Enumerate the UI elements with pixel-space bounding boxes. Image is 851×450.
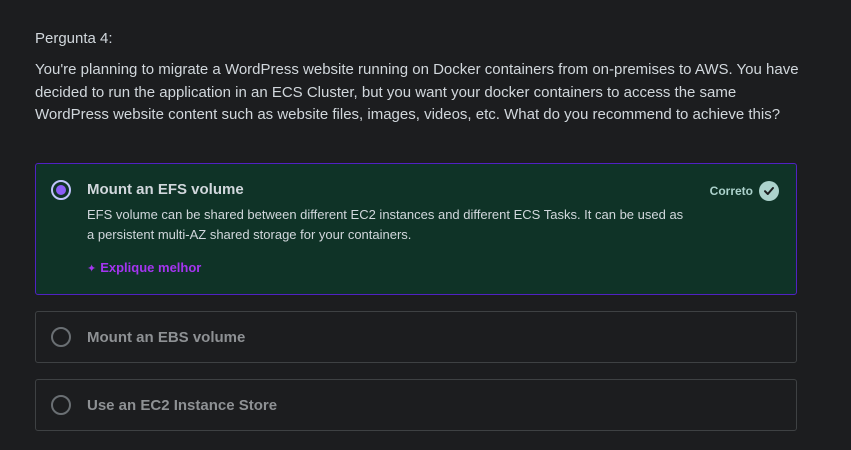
answer-option-ebs[interactable]: Mount an EBS volume bbox=[35, 311, 797, 363]
radio-unselected-icon[interactable] bbox=[51, 327, 71, 347]
question-number: Pergunta 4: bbox=[35, 30, 113, 47]
explain-more-label: Explique melhor bbox=[100, 260, 202, 275]
answer-option-label: Mount an EFS volume bbox=[87, 181, 244, 198]
quiz-page: Pergunta 4: You're planning to migrate a… bbox=[0, 0, 851, 450]
radio-selected-icon[interactable] bbox=[51, 180, 71, 200]
answer-option-label: Use an EC2 Instance Store bbox=[87, 397, 278, 414]
answer-option-instance-store[interactable]: Use an EC2 Instance Store bbox=[35, 379, 797, 431]
answer-option-label: Mount an EBS volume bbox=[87, 329, 246, 346]
check-circle-icon bbox=[759, 181, 779, 201]
answer-option-efs[interactable]: Mount an EFS volume Correto EFS volume c… bbox=[35, 163, 797, 295]
question-text: You're planning to migrate a WordPress w… bbox=[35, 61, 799, 123]
radio-dot bbox=[56, 185, 66, 195]
correct-label: Correto bbox=[709, 184, 753, 198]
sparkle-icon: ✦ bbox=[87, 263, 97, 275]
correct-badge: Correto bbox=[710, 181, 779, 201]
answer-explanation: EFS volume can be shared between differe… bbox=[87, 207, 684, 242]
explain-more-link[interactable]: ✦ Explique melhor bbox=[87, 260, 201, 275]
radio-unselected-icon[interactable] bbox=[51, 395, 71, 415]
